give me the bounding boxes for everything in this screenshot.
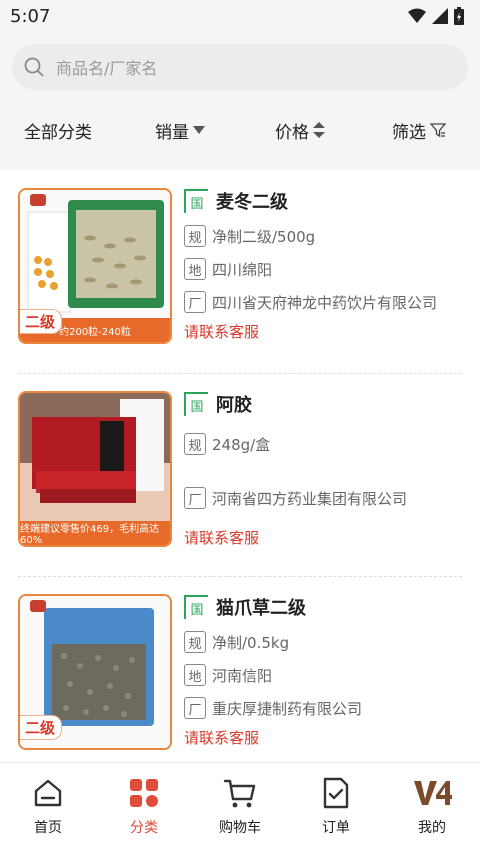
wifi-icon: [408, 8, 426, 23]
origin-icon: 地: [184, 664, 206, 686]
product-image: 二级: [18, 594, 172, 750]
tab-cart-label: 购物车: [219, 820, 261, 836]
filter-sales-label: 销量: [155, 122, 189, 143]
origin-row: 地 四川绵阳: [184, 256, 468, 282]
product-card[interactable]: 终端建议零售价469，毛利高达60% 国 阿胶 规 248g/盒 厂 河南省四方…: [0, 373, 480, 573]
filter-screen[interactable]: 筛选: [392, 118, 446, 143]
origin-text: 河南信阳: [212, 666, 273, 685]
origin-row: 地 河南信阳: [184, 662, 468, 688]
spec-text: 净制/0.5kg: [212, 633, 290, 652]
filter-bar: 全部分类 销量 价格 筛选: [0, 108, 480, 152]
category-icon: [130, 779, 158, 807]
product-title-row: 国 阿胶: [184, 389, 468, 419]
product-info: 国 阿胶 规 248g/盒 厂 河南省四方药业集团有限公司 请联系客服: [184, 389, 468, 549]
caret-down-icon: [193, 126, 205, 134]
spec-icon: 规: [184, 631, 206, 653]
manufacturer-text: 重庆厚捷制药有限公司: [212, 699, 363, 718]
manufacturer-icon: 厂: [184, 697, 206, 719]
manufacturer-row: 厂 河南省四方药业集团有限公司: [184, 485, 468, 511]
filter-all-categories[interactable]: 全部分类: [24, 118, 92, 143]
bottom-tab-bar: 首页 分类 购物车 订单 我的: [0, 762, 480, 852]
product-image: 终端建议零售价469，毛利高达60%: [18, 391, 172, 547]
origin-icon: 地: [184, 258, 206, 280]
spec-text: 净制二级/500g: [212, 227, 316, 246]
signal-icon: [432, 8, 448, 24]
home-icon: [34, 779, 62, 807]
manufacturer-icon: 厂: [184, 291, 206, 313]
manufacturer-text: 河南省四方药业集团有限公司: [212, 489, 408, 508]
product-info: 国 麦冬二级 规 净制二级/500g 地 四川绵阳 厂 四川省天府神龙中药饮片有…: [184, 186, 468, 343]
tab-home-label: 首页: [34, 820, 62, 836]
manufacturer-row: 厂 四川省天府神龙中药饮片有限公司: [184, 289, 468, 315]
spec-icon: 规: [184, 433, 206, 455]
profile-icon: [414, 781, 452, 805]
product-title-row: 国 猫爪草二级: [184, 592, 468, 622]
filter-price[interactable]: 价格: [275, 118, 325, 143]
tab-category-label: 分类: [130, 820, 158, 836]
national-badge-icon: 国: [184, 595, 208, 619]
contact-service-link[interactable]: 请联系客服: [184, 527, 468, 549]
product-title: 阿胶: [216, 395, 252, 416]
product-info: 国 猫爪草二级 规 净制/0.5kg 地 河南信阳 厂 重庆厚捷制药有限公司 请…: [184, 592, 468, 749]
funnel-icon: [430, 123, 446, 138]
national-badge-icon: 国: [184, 189, 208, 213]
product-title: 麦冬二级: [216, 192, 288, 213]
search-input[interactable]: 商品名/厂家名: [56, 55, 157, 79]
product-title: 猫爪草二级: [216, 598, 306, 619]
grade-tag: 二级: [20, 715, 63, 740]
tab-profile-label: 我的: [418, 820, 446, 836]
product-list: 约200粒-240粒 二级 国 麦冬二级 规 净制二级/500g 地 四川绵阳 …: [0, 170, 480, 762]
spec-icon: 规: [184, 225, 206, 247]
tab-category[interactable]: 分类: [96, 777, 192, 837]
filter-screen-label: 筛选: [392, 122, 426, 143]
cart-icon: [223, 779, 256, 808]
tab-home[interactable]: 首页: [0, 777, 96, 837]
spec-row: 规 净制/0.5kg: [184, 629, 468, 655]
battery-icon: [454, 7, 464, 25]
origin-text: 四川绵阳: [212, 260, 273, 279]
product-image: 约200粒-240粒 二级: [18, 188, 172, 344]
tab-cart[interactable]: 购物车: [192, 777, 288, 837]
search-icon: [24, 57, 44, 77]
grade-tag: 二级: [20, 309, 63, 334]
filter-sales[interactable]: 销量: [155, 118, 205, 143]
status-icons: [408, 7, 464, 25]
tab-orders-label: 订单: [322, 820, 350, 836]
filter-all-categories-label: 全部分类: [24, 122, 92, 143]
product-card[interactable]: 约200粒-240粒 二级 国 麦冬二级 规 净制二级/500g 地 四川绵阳 …: [0, 170, 480, 370]
product-card[interactable]: 二级 国 猫爪草二级 规 净制/0.5kg 地 河南信阳 厂 重庆厚捷制药有限公…: [0, 576, 480, 762]
filter-price-label: 价格: [275, 122, 309, 143]
tab-orders[interactable]: 订单: [288, 777, 384, 837]
manufacturer-text: 四川省天府神龙中药饮片有限公司: [212, 293, 438, 312]
contact-service-link[interactable]: 请联系客服: [184, 321, 468, 343]
product-image-caption: 终端建议零售价469，毛利高达60%: [20, 521, 170, 545]
status-time: 5:07: [10, 5, 51, 27]
tab-profile[interactable]: 我的: [384, 777, 480, 837]
manufacturer-row: 厂 重庆厚捷制药有限公司: [184, 695, 468, 721]
spec-row: 规 净制二级/500g: [184, 223, 468, 249]
sort-icon: [313, 122, 325, 138]
contact-service-link[interactable]: 请联系客服: [184, 727, 468, 749]
product-title-row: 国 麦冬二级: [184, 186, 468, 216]
search-bar[interactable]: 商品名/厂家名: [12, 44, 468, 90]
spec-text: 248g/盒: [212, 435, 271, 454]
spec-row: 规 248g/盒: [184, 431, 468, 457]
status-bar: 5:07: [0, 0, 480, 32]
manufacturer-icon: 厂: [184, 487, 206, 509]
national-badge-icon: 国: [184, 392, 208, 416]
order-icon: [323, 777, 349, 809]
